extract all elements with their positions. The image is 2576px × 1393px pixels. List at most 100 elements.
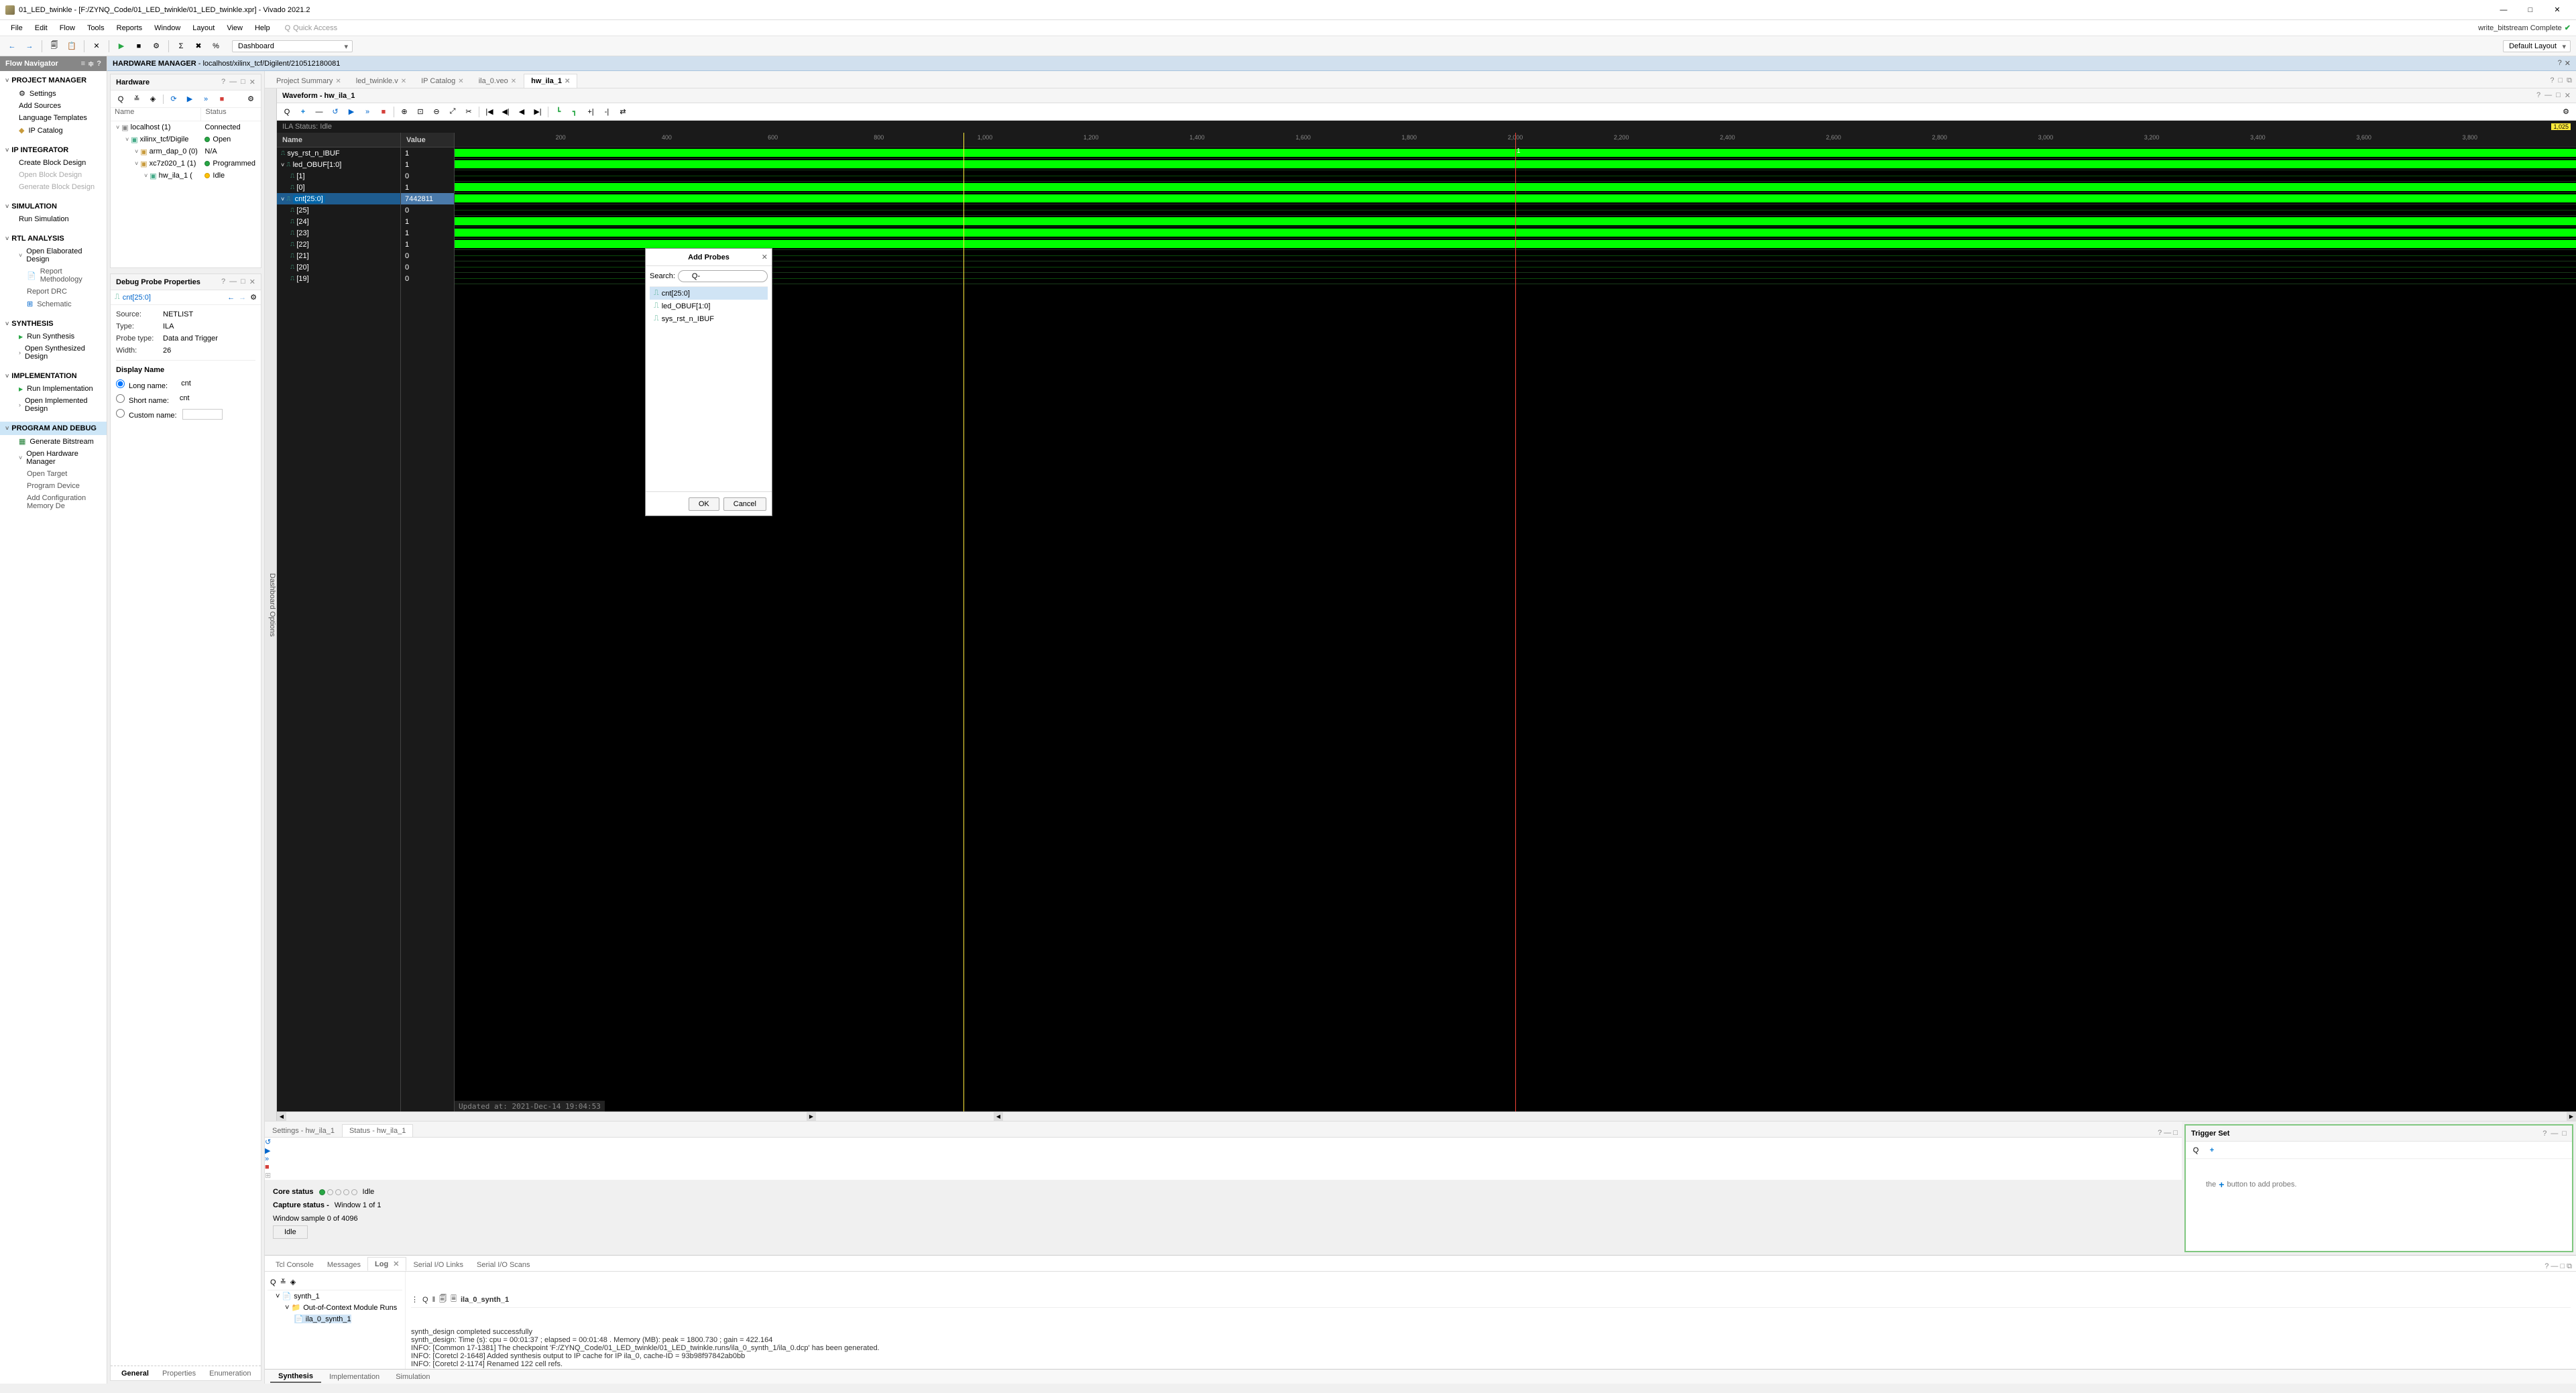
- probe-name-input[interactable]: [120, 292, 221, 303]
- collapse-icon[interactable]: ≚: [131, 93, 143, 105]
- dashboard-dropdown[interactable]: Dashboard: [232, 40, 353, 52]
- fastfwd-icon[interactable]: »: [361, 106, 373, 118]
- fastplay-icon[interactable]: »: [200, 93, 212, 105]
- forward-icon[interactable]: →: [239, 294, 246, 302]
- restore-icon[interactable]: ⧉: [2567, 76, 2572, 85]
- search-icon[interactable]: Q: [2190, 1144, 2202, 1156]
- menu-view[interactable]: View: [221, 23, 248, 34]
- add-icon[interactable]: +: [297, 106, 309, 118]
- tab-project-summary[interactable]: Project Summary✕: [269, 74, 349, 88]
- tab-messages[interactable]: Messages: [320, 1259, 367, 1271]
- tab-properties[interactable]: Properties: [156, 1368, 202, 1379]
- ok-button[interactable]: OK: [689, 497, 719, 511]
- help-icon[interactable]: ?: [2550, 76, 2554, 85]
- nav-program-device[interactable]: Program Device: [0, 480, 107, 492]
- zoom-in-icon[interactable]: ⊕: [398, 106, 410, 118]
- nav-report-meth[interactable]: 📄Report Methodology: [0, 265, 107, 286]
- nav-gen-bit[interactable]: ▦Generate Bitstream: [0, 435, 107, 448]
- hardware-row[interactable]: ˅ ▣ xc7z020_1 (1)Programmed: [111, 158, 261, 170]
- run-button[interactable]: ▶: [115, 40, 128, 53]
- help-icon[interactable]: ?: [2536, 91, 2540, 100]
- tab-hw-ila[interactable]: hw_ila_1✕: [524, 74, 577, 88]
- back-icon[interactable]: ←: [227, 294, 235, 302]
- maximize-icon[interactable]: ⤢: [447, 106, 459, 118]
- stop-button[interactable]: ■: [132, 40, 145, 53]
- cat-project-manager[interactable]: ˅PROJECT MANAGER: [0, 74, 107, 87]
- zoom-out-icon[interactable]: ⊖: [430, 106, 443, 118]
- custom-name-radio[interactable]: Custom name:: [116, 409, 177, 420]
- marker-del-icon[interactable]: -|: [601, 106, 613, 118]
- nav-run-sim[interactable]: Run Simulation: [0, 213, 107, 225]
- cursor-marker-red[interactable]: 1: [1515, 133, 1516, 1111]
- gear-icon[interactable]: ⚙: [250, 293, 257, 302]
- tree-synth[interactable]: ˅ 📄 synth_1: [268, 1290, 402, 1302]
- nav-add-cfg[interactable]: Add Configuration Memory De: [0, 492, 107, 512]
- help-icon[interactable]: ?: [221, 78, 225, 86]
- custom-name-input[interactable]: [182, 409, 223, 420]
- search-icon[interactable]: Q: [115, 93, 127, 105]
- layout-dropdown[interactable]: Default Layout: [2503, 40, 2571, 52]
- nav-add-sources[interactable]: Add Sources: [0, 100, 107, 112]
- refresh-icon[interactable]: ↺: [329, 106, 341, 118]
- next-icon[interactable]: ▶|: [532, 106, 544, 118]
- maximize-icon[interactable]: □: [2558, 76, 2563, 85]
- waveform-signal-name[interactable]: ⎍ [25]: [277, 204, 400, 216]
- cat-synthesis[interactable]: ˅SYNTHESIS: [0, 317, 107, 330]
- tab-serial-links[interactable]: Serial I/O Links: [406, 1259, 470, 1271]
- waveform-signal-name[interactable]: ⎍ [19]: [277, 273, 400, 284]
- refresh-icon[interactable]: ↺: [265, 1138, 2182, 1146]
- nav-open-hw[interactable]: ˅Open Hardware Manager: [0, 448, 107, 468]
- back-button[interactable]: ←: [5, 40, 19, 53]
- minimize-button[interactable]: —: [2490, 0, 2517, 20]
- cat-program-debug[interactable]: ˅PROGRAM AND DEBUG: [0, 422, 107, 435]
- hardware-row[interactable]: ˅ ▣ hw_ila_1 (Idle: [111, 170, 261, 182]
- search-icon[interactable]: Q: [270, 1278, 276, 1286]
- menu-layout[interactable]: Layout: [187, 23, 220, 34]
- tab-ila-veo[interactable]: ila_0.veo✕: [471, 74, 524, 88]
- add-probe-button[interactable]: +: [2206, 1144, 2218, 1156]
- gear-button[interactable]: ⚙: [150, 40, 163, 53]
- waveform-scrollbar[interactable]: ◀▶ ◀▶: [277, 1111, 2576, 1121]
- nav-open-synth[interactable]: ›Open Synthesized Design: [0, 343, 107, 363]
- nav-open-elab[interactable]: ˅Open Elaborated Design: [0, 245, 107, 265]
- cursor-icon[interactable]: ✂: [463, 106, 475, 118]
- cancel-button[interactable]: Cancel: [723, 497, 766, 511]
- probe-item-rst[interactable]: ⎍sys_rst_n_IBUF: [650, 312, 768, 325]
- waveform-signal-name[interactable]: ⎍ [20]: [277, 261, 400, 273]
- waveform-signal-name[interactable]: ⎍ [24]: [277, 216, 400, 227]
- maximize-icon[interactable]: □: [241, 78, 245, 86]
- close-icon[interactable]: ✕: [2565, 59, 2571, 68]
- close-button[interactable]: ✕: [2544, 0, 2571, 20]
- tab-tcl[interactable]: Tcl Console: [269, 1259, 320, 1271]
- nav-open-target[interactable]: Open Target: [0, 468, 107, 480]
- dashboard-options-tab[interactable]: Dashboard Options: [265, 88, 277, 1121]
- waveform-signal-name[interactable]: ˅ ⎍ cnt[25:0]: [277, 193, 400, 204]
- search-icon[interactable]: Q: [422, 1296, 428, 1304]
- search-input[interactable]: Q-: [678, 270, 768, 282]
- prev-edge-icon[interactable]: |◀: [483, 106, 495, 118]
- menu-help[interactable]: Help: [249, 23, 276, 34]
- nav-run-synth[interactable]: ▶Run Synthesis: [0, 330, 107, 343]
- help-icon[interactable]: ?: [2544, 1262, 2549, 1270]
- probe-item-cnt[interactable]: ⎍cnt[25:0]: [650, 287, 768, 300]
- file-icon[interactable]: 🗏: [451, 1293, 457, 1306]
- collapse-icon[interactable]: ≚: [280, 1278, 286, 1286]
- close-icon[interactable]: ✕: [249, 78, 255, 86]
- waveform-signal-name[interactable]: ⎍ [23]: [277, 227, 400, 239]
- quick-access[interactable]: Q Quick Access: [285, 24, 338, 32]
- nav-settings[interactable]: ⚙Settings: [0, 87, 107, 100]
- waveform-signal-name[interactable]: ˅⎍ led_OBUF[1:0]: [277, 159, 400, 170]
- menu-window[interactable]: Window: [149, 23, 186, 34]
- probe-item-led[interactable]: ⎍led_OBUF[1:0]: [650, 300, 768, 312]
- falling-edge-icon[interactable]: ┓: [569, 106, 581, 118]
- menu-tools[interactable]: Tools: [82, 23, 110, 34]
- long-name-radio[interactable]: Long name:: [116, 379, 168, 390]
- waveform-signal-name[interactable]: ⎍ [22]: [277, 239, 400, 250]
- play-icon[interactable]: ▶: [345, 106, 357, 118]
- help-icon[interactable]: ?: [97, 60, 101, 68]
- expand-icon[interactable]: ◈: [290, 1278, 296, 1286]
- tab-enumeration[interactable]: Enumeration: [202, 1368, 257, 1379]
- copy-button[interactable]: 🗐: [48, 40, 61, 53]
- rising-edge-icon[interactable]: ┗: [552, 106, 565, 118]
- menu-file[interactable]: File: [5, 23, 28, 34]
